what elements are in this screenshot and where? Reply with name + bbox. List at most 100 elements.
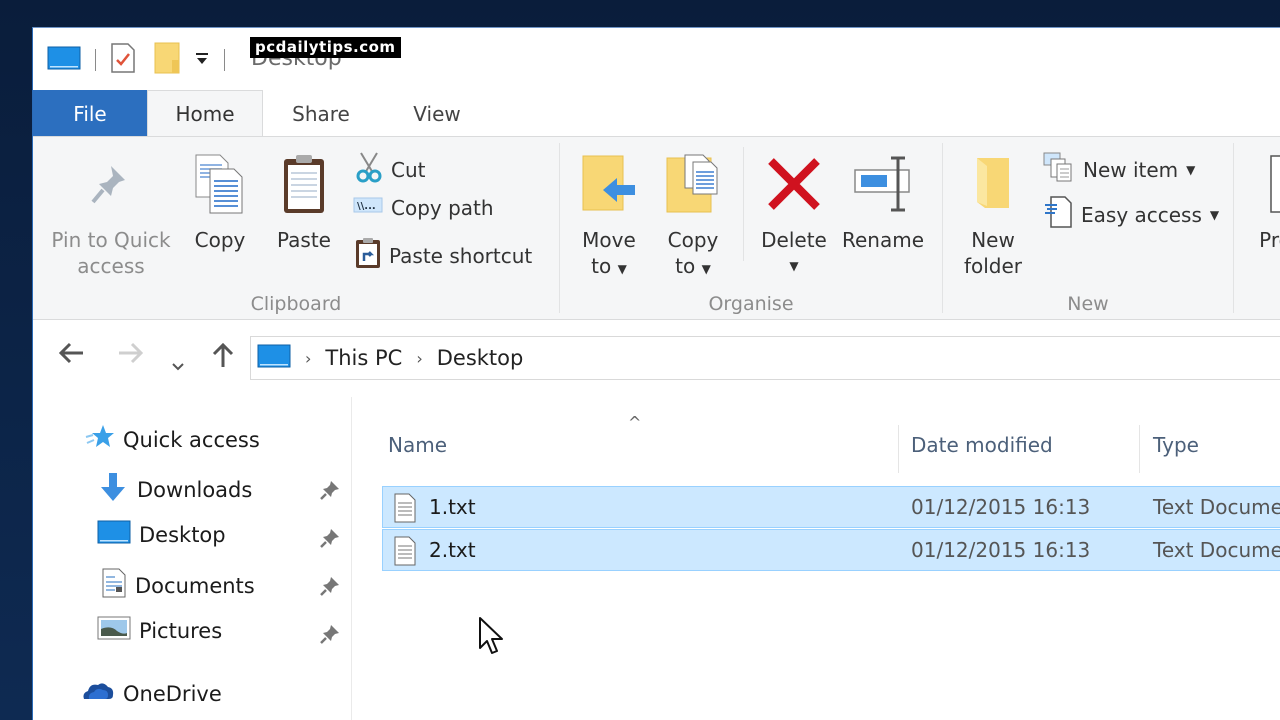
move-to-icon [581, 154, 637, 220]
properties-button[interactable]: Pro [1245, 147, 1280, 253]
column-divider[interactable] [1139, 425, 1140, 473]
copy-to-line1: Copy [667, 228, 719, 252]
paste-shortcut-label: Paste shortcut [389, 243, 533, 268]
nav-item-documents[interactable]: Documents [101, 567, 255, 604]
nav-onedrive[interactable]: OneDrive [81, 679, 222, 708]
new-item-button[interactable]: New item ▼ [1043, 151, 1195, 188]
pin-label-line1: Pin to Quick [51, 228, 171, 252]
file-date-modified: 01/12/2015 16:13 [911, 495, 1091, 519]
group-label-clipboard: Clipboard [250, 293, 342, 315]
tab-file[interactable]: File [33, 90, 147, 137]
move-to-line1: Move [582, 228, 636, 252]
group-new: New folder New item ▼ Easy access ▼ New [943, 137, 1233, 321]
sort-ascending-caret-icon: ^ [628, 413, 642, 432]
nav-onedrive-label: OneDrive [123, 681, 222, 706]
pictures-icon [97, 615, 131, 646]
paste-icon [282, 153, 326, 221]
nav-item-label: Documents [135, 573, 255, 598]
delete-button[interactable]: Delete ▼ [754, 147, 834, 279]
organise-inner-separator [743, 147, 744, 261]
nav-item-pictures[interactable]: Pictures [97, 615, 222, 646]
navigation-pane: Quick access Downloads Desktop Documents [33, 397, 351, 720]
pinned-icon[interactable] [319, 479, 341, 505]
pinned-icon[interactable] [319, 575, 341, 601]
file-row[interactable]: 2.txt 01/12/2015 16:13 Text Document [382, 529, 1280, 571]
pinned-icon[interactable] [319, 527, 341, 553]
scissors-icon [355, 151, 383, 188]
copy-to-button[interactable]: Copy to ▼ [658, 147, 728, 282]
copy-path-icon: \\... [353, 195, 383, 220]
pinned-icon[interactable] [319, 623, 341, 649]
group-clipboard: Pin to Quick access Copy Paste Cut \\...… [33, 137, 559, 321]
group-organise: Move to ▼ Copy to ▼ Delete ▼ Rename Orga… [560, 137, 942, 321]
new-item-icon [1043, 151, 1075, 188]
downloads-icon [97, 471, 129, 508]
text-file-icon [393, 536, 417, 571]
file-name: 1.txt [429, 495, 476, 519]
nav-item-label: Pictures [139, 618, 223, 643]
file-row[interactable]: 1.txt 01/12/2015 16:13 Text Document [382, 486, 1280, 528]
breadcrumb-chevron-icon[interactable]: › [305, 349, 311, 368]
rename-button[interactable]: Rename [840, 147, 926, 253]
paste-label: Paste [277, 228, 331, 252]
nav-quick-access-label: Quick access [123, 427, 260, 452]
tab-home[interactable]: Home [147, 90, 263, 137]
easy-access-button[interactable]: Easy access ▼ [1043, 195, 1219, 234]
column-header-type[interactable]: Type [1153, 433, 1199, 457]
nav-item-downloads[interactable]: Downloads [97, 471, 252, 508]
move-to-button[interactable]: Move to ▼ [574, 147, 644, 282]
cut-label: Cut [391, 157, 426, 182]
properties-icon[interactable] [110, 42, 136, 78]
back-arrow-icon[interactable] [57, 341, 85, 372]
paste-button[interactable]: Paste [269, 147, 339, 253]
breadcrumb-desktop[interactable]: Desktop [437, 346, 524, 370]
this-pc-icon [257, 343, 291, 373]
group-label-new: New [1067, 293, 1109, 315]
easy-access-label: Easy access [1081, 202, 1202, 227]
up-arrow-icon[interactable] [211, 341, 235, 376]
pin-to-quick-access-button[interactable]: Pin to Quick access [47, 147, 175, 279]
delete-label: Delete [761, 228, 827, 252]
nav-quick-access[interactable]: Quick access [85, 423, 260, 456]
column-header-date-modified[interactable]: Date modified [911, 433, 1053, 457]
customize-dropdown-icon[interactable] [194, 50, 210, 70]
paste-shortcut-button[interactable]: Paste shortcut [355, 237, 532, 274]
copy-button[interactable]: Copy [183, 147, 257, 253]
forward-arrow-icon[interactable] [117, 341, 145, 372]
copy-path-button[interactable]: \\... Copy path [353, 195, 494, 220]
onedrive-cloud-icon [81, 679, 115, 708]
file-type: Text Document [1153, 495, 1280, 519]
tab-share[interactable]: Share [263, 90, 379, 137]
file-name: 2.txt [429, 538, 476, 562]
delete-dropdown-caret[interactable]: ▼ [789, 253, 798, 279]
desktop-icon[interactable] [47, 45, 81, 75]
rename-label: Rename [841, 228, 925, 252]
qat-separator [95, 49, 96, 71]
new-folder-icon[interactable] [154, 42, 180, 78]
pin-label-line2: access [77, 254, 145, 278]
rename-icon [853, 156, 913, 218]
title-bar: Desktop pcdailytips.com [33, 28, 1280, 90]
watermark-overlay: pcdailytips.com [250, 37, 401, 58]
recent-locations-chevron-icon[interactable] [171, 349, 185, 379]
file-date-modified: 01/12/2015 16:13 [911, 538, 1091, 562]
easy-access-icon [1043, 195, 1073, 234]
quick-access-toolbar [47, 42, 239, 78]
move-to-line2: to ▼ [591, 254, 627, 278]
column-header-name[interactable]: Name [388, 433, 447, 457]
column-divider[interactable] [898, 425, 899, 473]
nav-item-label: Downloads [137, 477, 253, 502]
breadcrumb-chevron-icon[interactable]: › [416, 349, 422, 368]
address-bar[interactable]: › This PC › Desktop [250, 336, 1280, 380]
documents-icon [101, 567, 127, 604]
new-folder-line1: New [971, 228, 1015, 252]
nav-item-desktop[interactable]: Desktop [97, 519, 226, 550]
new-item-caret: ▼ [1186, 162, 1196, 177]
nav-item-label: Desktop [139, 522, 226, 547]
tab-view[interactable]: View [379, 90, 495, 137]
breadcrumb-this-pc[interactable]: This PC [325, 346, 402, 370]
quick-access-star-icon [85, 423, 115, 456]
new-folder-button[interactable]: New folder [957, 147, 1029, 279]
new-item-label: New item [1083, 157, 1179, 182]
cut-button[interactable]: Cut [355, 151, 425, 188]
